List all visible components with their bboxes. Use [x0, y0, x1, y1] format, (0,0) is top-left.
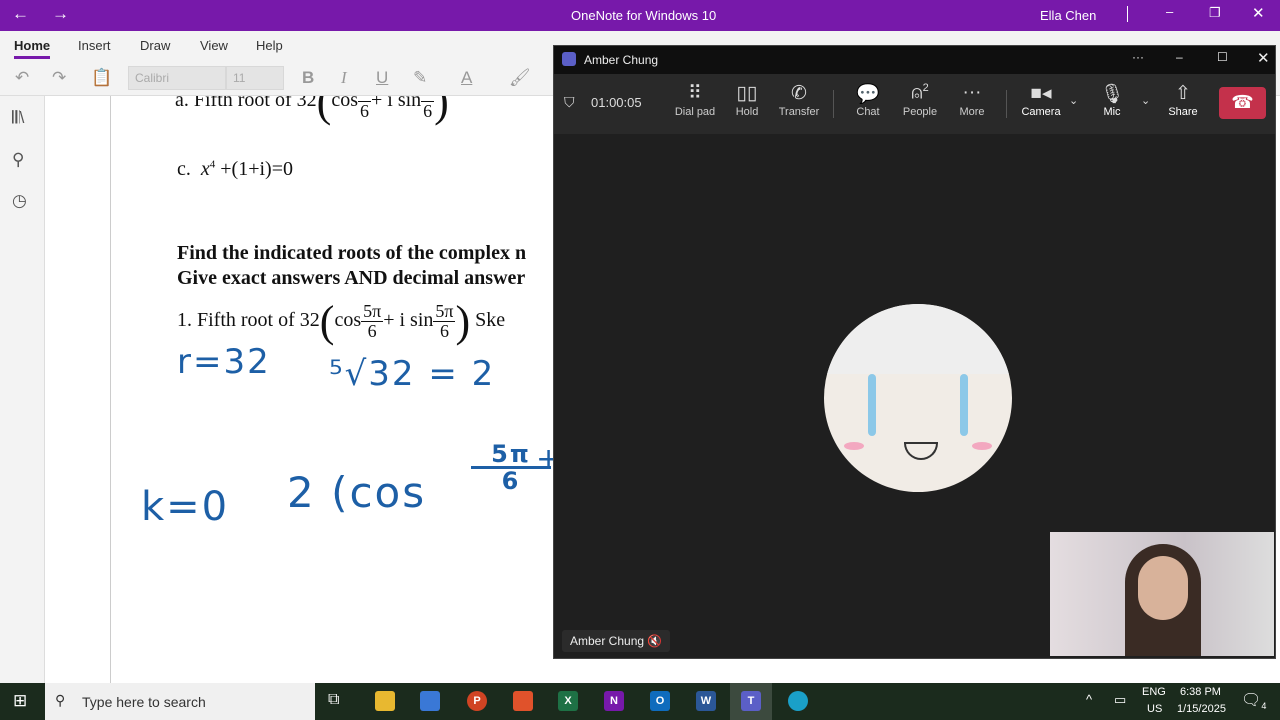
mic-muted-icon: 🔇 [647, 634, 663, 648]
mic-button[interactable]: 🎙 Mic [1086, 82, 1138, 118]
italic-button[interactable]: I [341, 68, 347, 88]
tab-view[interactable]: View [200, 38, 228, 53]
clock-time[interactable]: 6:38 PM [1180, 686, 1221, 698]
problem-c: c. x4 +(1+i)=0 [177, 158, 293, 180]
tab-insert[interactable]: Insert [78, 38, 111, 53]
ink-k-equals-0: k=0 [141, 484, 230, 530]
transfer-button[interactable]: ✆ Transfer [773, 82, 825, 118]
recent-icon[interactable]: ◷ [12, 191, 27, 211]
show-hidden-icons-icon[interactable]: ^ [1086, 692, 1092, 707]
search-icon[interactable]: ⚲ [12, 150, 24, 170]
underline-button[interactable]: U [376, 68, 388, 88]
undo-icon[interactable]: ↶ [15, 68, 29, 88]
dialpad-icon: ⠿ [688, 83, 702, 104]
redo-icon[interactable]: ↷ [52, 68, 66, 88]
ink-fifth-root: ⁵√32 = 2 [329, 354, 496, 394]
tab-help[interactable]: Help [256, 38, 283, 53]
hold-icon: ▯▯ [736, 83, 758, 104]
more-options-icon[interactable]: ··· [1132, 50, 1144, 64]
call-toolbar: ⛉ 01:00:05 ⠿ Dial pad ▯▯ Hold ✆ Transfer 💬 C… [554, 74, 1275, 134]
app-title: OneNote for Windows 10 [571, 8, 717, 23]
camera-button[interactable]: ■◂ Camera [1015, 82, 1067, 118]
font-size-select[interactable]: 11 [226, 66, 284, 90]
restore-icon[interactable]: ❐ [1209, 5, 1221, 21]
teams-icon[interactable]: T [741, 691, 761, 711]
windows-start-icon[interactable]: ⊞ [13, 691, 27, 711]
notebooks-icon[interactable]: 𝄃𝄃\ [12, 108, 24, 128]
teams-close-icon[interactable]: ✕ [1257, 49, 1270, 67]
back-icon[interactable]: ← [12, 4, 29, 24]
highlight-icon[interactable]: ✎ [413, 68, 427, 88]
teams-logo-icon [562, 52, 576, 66]
edge-icon[interactable] [788, 691, 808, 711]
teams-window-title: Amber Chung [584, 53, 659, 67]
teams-title-bar: Amber Chung ··· – ☐ ✕ [554, 46, 1275, 74]
call-timer: 01:00:05 [591, 95, 642, 110]
word-icon[interactable]: W [696, 691, 716, 711]
hold-button[interactable]: ▯▯ Hold [721, 82, 773, 118]
dial-pad-button[interactable]: ⠿ Dial pad [669, 82, 721, 118]
font-color-button[interactable]: A [461, 68, 472, 88]
instructions-line-1: Find the indicated roots of the complex … [177, 242, 527, 264]
page-margin [45, 96, 111, 683]
store-icon[interactable] [420, 691, 440, 711]
clipboard-icon[interactable]: 📋 [91, 68, 112, 88]
instructions-line-2: Give exact answers AND decimal answer [177, 267, 526, 289]
tab-home[interactable]: Home [14, 38, 51, 59]
onenote-icon[interactable]: N [604, 691, 624, 711]
notifications-icon[interactable]: 🗨4 [1241, 690, 1266, 711]
people-button[interactable]: ⍝2 People [894, 82, 946, 118]
format-painter-icon[interactable]: 🖌 [509, 68, 531, 88]
chat-button[interactable]: 💬 Chat [842, 82, 894, 118]
chat-icon: 💬 [856, 84, 880, 105]
more-icon: ··· [962, 82, 982, 103]
forward-icon[interactable]: → [52, 4, 69, 24]
transfer-icon: ✆ [791, 83, 807, 104]
powerpoint-icon[interactable]: P [467, 691, 487, 711]
camera-icon: ■◂ [1030, 83, 1052, 104]
hang-up-icon: ☎ [1231, 92, 1254, 112]
share-icon: ⇧ [1175, 83, 1191, 104]
language-indicator[interactable]: ENG [1142, 686, 1166, 698]
ink-r-equals-32: r=32 [177, 342, 271, 382]
title-bar: ← → OneNote for Windows 10 Ella Chen – ❐… [0, 0, 1280, 31]
clock-date[interactable]: 1/15/2025 [1177, 703, 1226, 715]
participant-avatar [824, 304, 1012, 492]
outlook-icon[interactable]: O [650, 691, 670, 711]
left-nav: 𝄃𝄃\ ⚲ ◷ [0, 96, 45, 683]
share-button[interactable]: ⇧ Share [1157, 82, 1209, 118]
bold-button[interactable]: B [302, 68, 314, 88]
shield-icon: ⛉ [564, 94, 575, 110]
teams-call-window: Amber Chung ··· – ☐ ✕ ⛉ 01:00:05 ⠿ Dial p… [553, 45, 1276, 659]
app-icon[interactable] [513, 691, 533, 711]
region-indicator[interactable]: US [1147, 703, 1162, 715]
task-view-icon[interactable]: ⧉ [328, 691, 339, 709]
people-icon: ⍝2 [911, 82, 929, 104]
teams-minimize-icon[interactable]: – [1176, 50, 1183, 64]
note-page[interactable]: a. Fifth root of 32(cos 6 + i sin 6) c. x… [111, 96, 571, 683]
ink-2-cos: 2 (cos [287, 468, 427, 517]
self-view-video[interactable] [1050, 532, 1274, 656]
taskbar-search[interactable]: ⚲ Type here to search [45, 683, 315, 720]
search-placeholder: Type here to search [82, 694, 206, 710]
camera-options-chevron-icon[interactable]: ⌄ [1069, 94, 1078, 107]
problem-a: a. Fifth root of 32(cos 6 + i sin 6) [175, 96, 449, 127]
mic-options-chevron-icon[interactable]: ⌄ [1141, 94, 1150, 107]
teams-maximize-icon[interactable]: ☐ [1217, 50, 1228, 64]
tab-draw[interactable]: Draw [140, 38, 170, 53]
problem-1: 1. Fifth root of 32(cos 5π 6 + i sin 5π 6) Sk… [177, 297, 506, 346]
hang-up-button[interactable]: ☎ [1219, 87, 1266, 119]
close-icon[interactable]: ✕ [1252, 4, 1265, 22]
file-explorer-icon[interactable] [375, 691, 395, 711]
user-name[interactable]: Ella Chen [1040, 8, 1096, 23]
taskbar: ⊞ ⚲ Type here to search ⧉ P X N O W T ^ … [0, 683, 1280, 720]
mic-icon: 🎙 [1099, 84, 1125, 105]
more-button[interactable]: ··· More [946, 82, 998, 118]
search-icon: ⚲ [55, 692, 66, 708]
battery-icon[interactable]: ▭ [1114, 692, 1126, 708]
participant-name-tag: Amber Chung 🔇 [562, 630, 671, 652]
minimize-icon[interactable]: – [1166, 4, 1173, 19]
excel-icon[interactable]: X [558, 691, 578, 711]
font-family-select[interactable]: Calibri [128, 66, 226, 90]
